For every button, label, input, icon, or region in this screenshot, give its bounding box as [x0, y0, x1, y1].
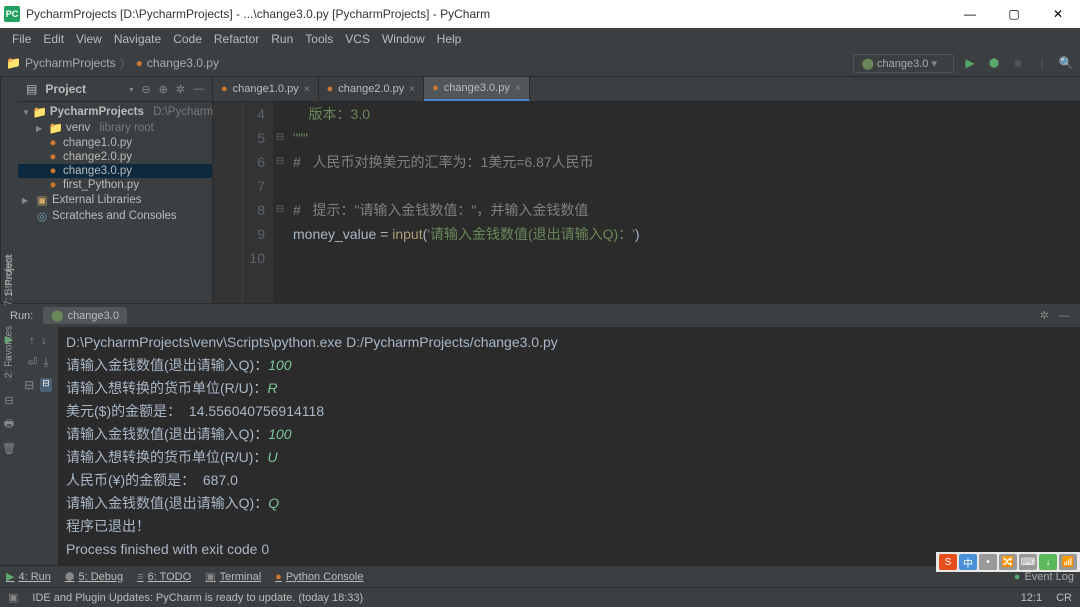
- tree-item[interactable]: ●change1.0.py: [18, 136, 212, 150]
- python-file-icon: ●: [136, 56, 143, 70]
- search-icon[interactable]: 🔍: [1058, 55, 1074, 71]
- menu-navigate[interactable]: Navigate: [108, 32, 167, 46]
- tray-icon[interactable]: 🔀: [999, 554, 1017, 570]
- filter-icon[interactable]: ⊟: [24, 378, 34, 392]
- stop-button[interactable]: ■: [1010, 55, 1026, 71]
- debug-button[interactable]: ⬢: [986, 55, 1002, 71]
- run-toolbar-mid: ↑ ↓ ⏎ ⤓ ⊟ ⊟: [18, 327, 58, 565]
- editor-area: ●change1.0.py× ●change2.0.py× ●change3.0…: [213, 77, 1080, 303]
- menu-tools[interactable]: Tools: [299, 32, 339, 46]
- layout-icon[interactable]: ⊟: [4, 394, 13, 407]
- project-label: Project: [45, 82, 121, 96]
- gear-icon[interactable]: ✲: [176, 83, 185, 96]
- caret-position[interactable]: 12:1: [1021, 592, 1042, 604]
- navigation-bar: 📁 PycharmProjects 〉 ● change3.0.py ⬤ cha…: [0, 50, 1080, 77]
- hide-icon[interactable]: —: [193, 83, 204, 95]
- line-separator[interactable]: CR: [1056, 592, 1072, 604]
- menu-code[interactable]: Code: [167, 32, 208, 46]
- close-tab-icon[interactable]: ×: [515, 83, 521, 94]
- wrap-icon[interactable]: ⏎: [27, 355, 37, 370]
- menu-window[interactable]: Window: [376, 32, 431, 46]
- editor-tabs: ●change1.0.py× ●change2.0.py× ●change3.0…: [213, 77, 1080, 102]
- editor-tab[interactable]: ●change2.0.py×: [319, 77, 425, 101]
- pyconsole-toolwin-button[interactable]: ●Python Console: [275, 571, 363, 583]
- project-view-icon: ▤: [26, 82, 37, 96]
- system-tray: S 中 • 🔀 ⌨ ↓ 📶: [936, 552, 1080, 572]
- editor-tab[interactable]: ●change1.0.py×: [213, 77, 319, 101]
- menu-refactor[interactable]: Refactor: [208, 32, 265, 46]
- run-tool-window: Run: ⬤change3.0 ✲ — ▶ ■ = ⊟ 🖶 🗑 ↑↓ ⏎⤓ ⊟⊟…: [0, 303, 1080, 565]
- run-config-selector[interactable]: ⬤ change3.0 ▾: [853, 54, 954, 73]
- code-editor[interactable]: 版本：3.0 """ # 人民币对换美元的汇率为：1美元=6.87人民币 # 提…: [287, 102, 1080, 303]
- filter2-icon[interactable]: ⊟: [40, 378, 52, 392]
- tray-icon[interactable]: S: [939, 554, 957, 570]
- menu-help[interactable]: Help: [431, 32, 468, 46]
- close-button[interactable]: ✕: [1036, 0, 1080, 28]
- status-icon: ▣: [8, 591, 18, 604]
- menu-file[interactable]: File: [6, 32, 37, 46]
- tree-scratches[interactable]: ◎Scratches and Consoles: [18, 208, 212, 224]
- tree-external-libs[interactable]: ▶▣External Libraries: [18, 192, 212, 208]
- pycharm-icon: PC: [4, 6, 20, 22]
- structure-tool-tab[interactable]: 7: Structure: [4, 254, 15, 306]
- favorites-tool-tab[interactable]: 2: Favorites: [4, 326, 15, 378]
- run-tab[interactable]: ⬤change3.0: [43, 307, 127, 324]
- window-title: PycharmProjects [D:\PycharmProjects] - .…: [26, 7, 490, 21]
- locate-icon[interactable]: ⊕: [159, 83, 168, 96]
- tray-icon[interactable]: ↓: [1039, 554, 1057, 570]
- close-tab-icon[interactable]: ×: [304, 84, 310, 95]
- tree-item-venv[interactable]: ▶📁 venv library root: [18, 120, 212, 136]
- minimize-button[interactable]: ―: [948, 0, 992, 28]
- project-panel: ▤ Project ▾ ⊖ ⊕ ✲ — ▼📁 PycharmProjects D…: [18, 77, 213, 303]
- scroll-icon[interactable]: ⤓: [43, 355, 48, 370]
- run-hide-icon[interactable]: —: [1059, 310, 1070, 322]
- breadcrumb-root[interactable]: PycharmProjects: [25, 56, 116, 70]
- tray-ime-icon[interactable]: 中: [959, 554, 977, 570]
- status-message: IDE and Plugin Updates: PyCharm is ready…: [32, 592, 363, 604]
- line-number-gutter: 45678910: [243, 102, 273, 303]
- menu-edit[interactable]: Edit: [37, 32, 70, 46]
- up-icon[interactable]: ↑: [29, 333, 35, 347]
- menu-vcs[interactable]: VCS: [339, 32, 376, 46]
- close-tab-icon[interactable]: ×: [409, 84, 415, 95]
- menu-run[interactable]: Run: [265, 32, 299, 46]
- tree-item-selected[interactable]: ●change3.0.py: [18, 164, 212, 178]
- folder-icon: 📁: [6, 56, 21, 70]
- editor-tab-active[interactable]: ●change3.0.py×: [424, 77, 530, 101]
- menu-view[interactable]: View: [70, 32, 108, 46]
- run-console[interactable]: D:\PycharmProjects\venv\Scripts\python.e…: [58, 327, 1080, 565]
- breadcrumb-sep: 〉: [120, 55, 132, 72]
- toolwindow-bar: ▶4: Run ⬢5: Debug ≡6: TODO ▣Terminal ●Py…: [0, 565, 1080, 587]
- tray-icon[interactable]: •: [979, 554, 997, 570]
- fold-gutter[interactable]: ⊟⊟⊟: [273, 102, 287, 303]
- tree-item[interactable]: ●change2.0.py: [18, 150, 212, 164]
- window-titlebar: PC PycharmProjects [D:\PycharmProjects] …: [0, 0, 1080, 28]
- todo-toolwin-button[interactable]: ≡6: TODO: [137, 571, 191, 583]
- down-icon[interactable]: ↓: [41, 333, 47, 347]
- run-button[interactable]: ▶: [962, 55, 978, 71]
- tray-icon[interactable]: 📶: [1059, 554, 1077, 570]
- tray-icon[interactable]: ⌨: [1019, 554, 1037, 570]
- tree-root[interactable]: ▼📁 PycharmProjects D:\PycharmProj: [18, 104, 212, 120]
- run-gear-icon[interactable]: ✲: [1040, 309, 1049, 322]
- trash-icon[interactable]: 🗑: [2, 442, 16, 455]
- print-icon[interactable]: 🖶: [4, 415, 14, 434]
- project-dropdown-icon[interactable]: ▾: [129, 85, 133, 94]
- tree-item[interactable]: ●first_Python.py: [18, 178, 212, 192]
- event-log-button[interactable]: ●Event Log: [1014, 571, 1074, 583]
- collapse-icon[interactable]: ⊖: [141, 83, 150, 96]
- maximize-button[interactable]: ▢: [992, 0, 1036, 28]
- sep-icon: |: [1034, 55, 1050, 71]
- project-tree: ▼📁 PycharmProjects D:\PycharmProj ▶📁 ven…: [18, 102, 212, 226]
- breadcrumb-file[interactable]: change3.0.py: [147, 56, 219, 70]
- menu-bar: File Edit View Navigate Code Refactor Ru…: [0, 28, 1080, 50]
- glyph-gutter: [213, 102, 243, 303]
- status-bar: ▣ IDE and Plugin Updates: PyCharm is rea…: [0, 587, 1080, 607]
